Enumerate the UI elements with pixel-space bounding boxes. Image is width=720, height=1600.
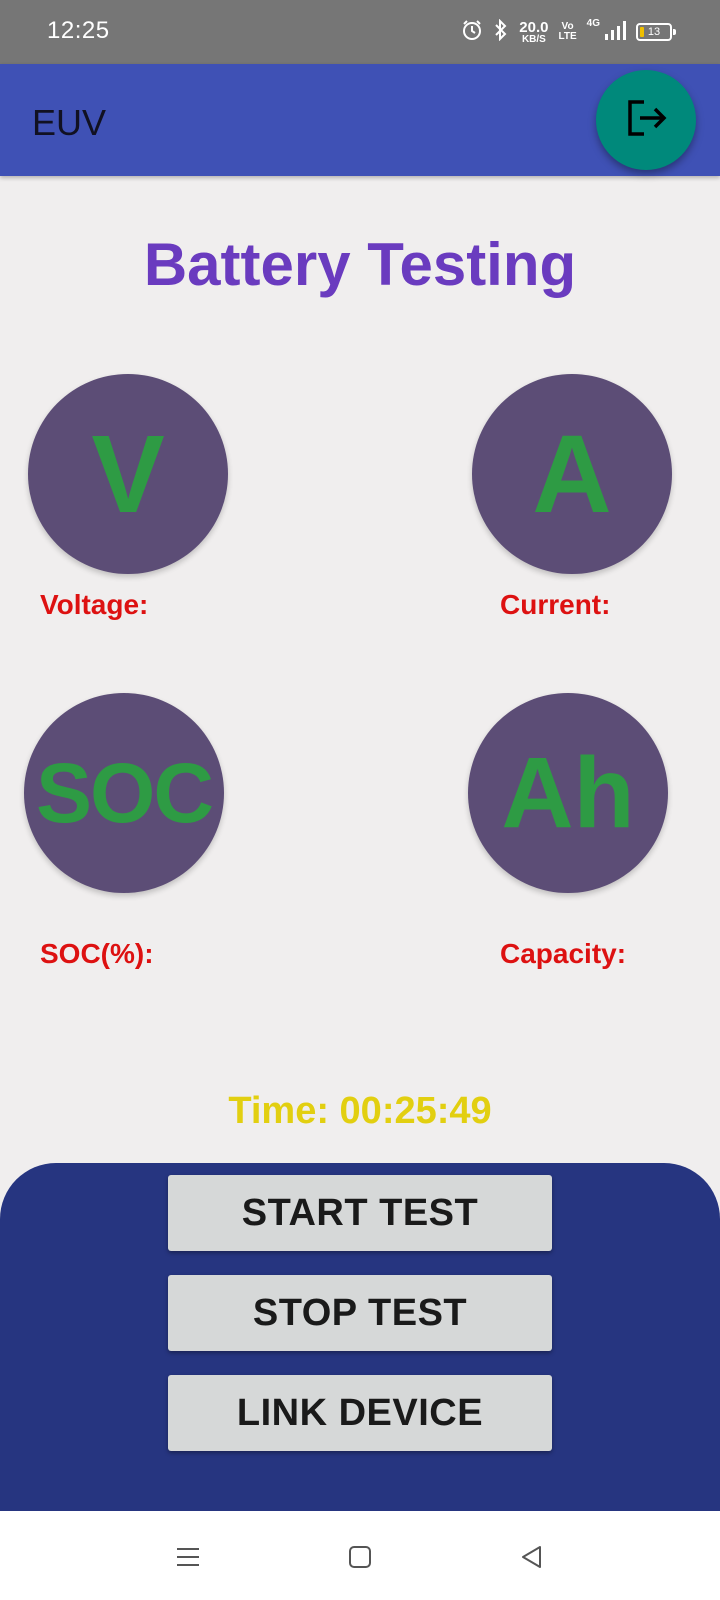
battery-level: 13 [647, 26, 661, 38]
net-speed: 20.0 KB/S [519, 20, 548, 45]
alarm-icon [461, 19, 483, 46]
status-time: 12:25 [47, 17, 110, 44]
voltage-label: Voltage: [40, 589, 149, 620]
voltage-gauge: V [28, 374, 228, 574]
status-icons: 20.0 KB/S Vo LTE 4G 13 [461, 16, 676, 48]
test-timer: Time: 00:25:49 [228, 1090, 492, 1132]
net-speed-unit: KB/S [521, 33, 546, 45]
voltage-symbol: V [91, 412, 165, 536]
net-speed-value: 20.0 [519, 18, 549, 36]
capacity-symbol: Ah [501, 736, 635, 849]
status-bar: 12:25 20.0 KB/S Vo LTE 4G 13 [0, 0, 720, 64]
capacity-gauge: Ah [468, 693, 668, 893]
logout-button[interactable] [596, 70, 696, 170]
soc-symbol: SOC [35, 745, 214, 840]
start-test-button[interactable]: START TEST [168, 1175, 552, 1251]
back-icon[interactable] [512, 1537, 552, 1577]
battery-icon: 13 [636, 23, 676, 41]
menu-icon[interactable] [168, 1537, 208, 1577]
volte-bottom: LTE [558, 31, 577, 42]
current-label: Current: [500, 589, 611, 620]
volte-indicator: Vo LTE [559, 22, 577, 42]
current-symbol: A [532, 412, 612, 536]
bluetooth-icon [493, 18, 509, 46]
soc-label: SOC(%): [40, 938, 154, 969]
capacity-label: Capacity: [500, 938, 627, 969]
network-type: 4G [586, 18, 600, 29]
link-device-button[interactable]: LINK DEVICE [168, 1375, 552, 1451]
logout-icon [622, 94, 670, 147]
soc-gauge: SOC [24, 693, 224, 893]
signal-icon [604, 19, 626, 46]
stop-test-button[interactable]: STOP TEST [168, 1275, 552, 1351]
home-icon[interactable] [340, 1537, 380, 1577]
page-title: Battery Testing [143, 231, 577, 298]
current-gauge: A [472, 374, 672, 574]
nav-bar [0, 1511, 720, 1600]
app-title: EUV [32, 102, 107, 143]
